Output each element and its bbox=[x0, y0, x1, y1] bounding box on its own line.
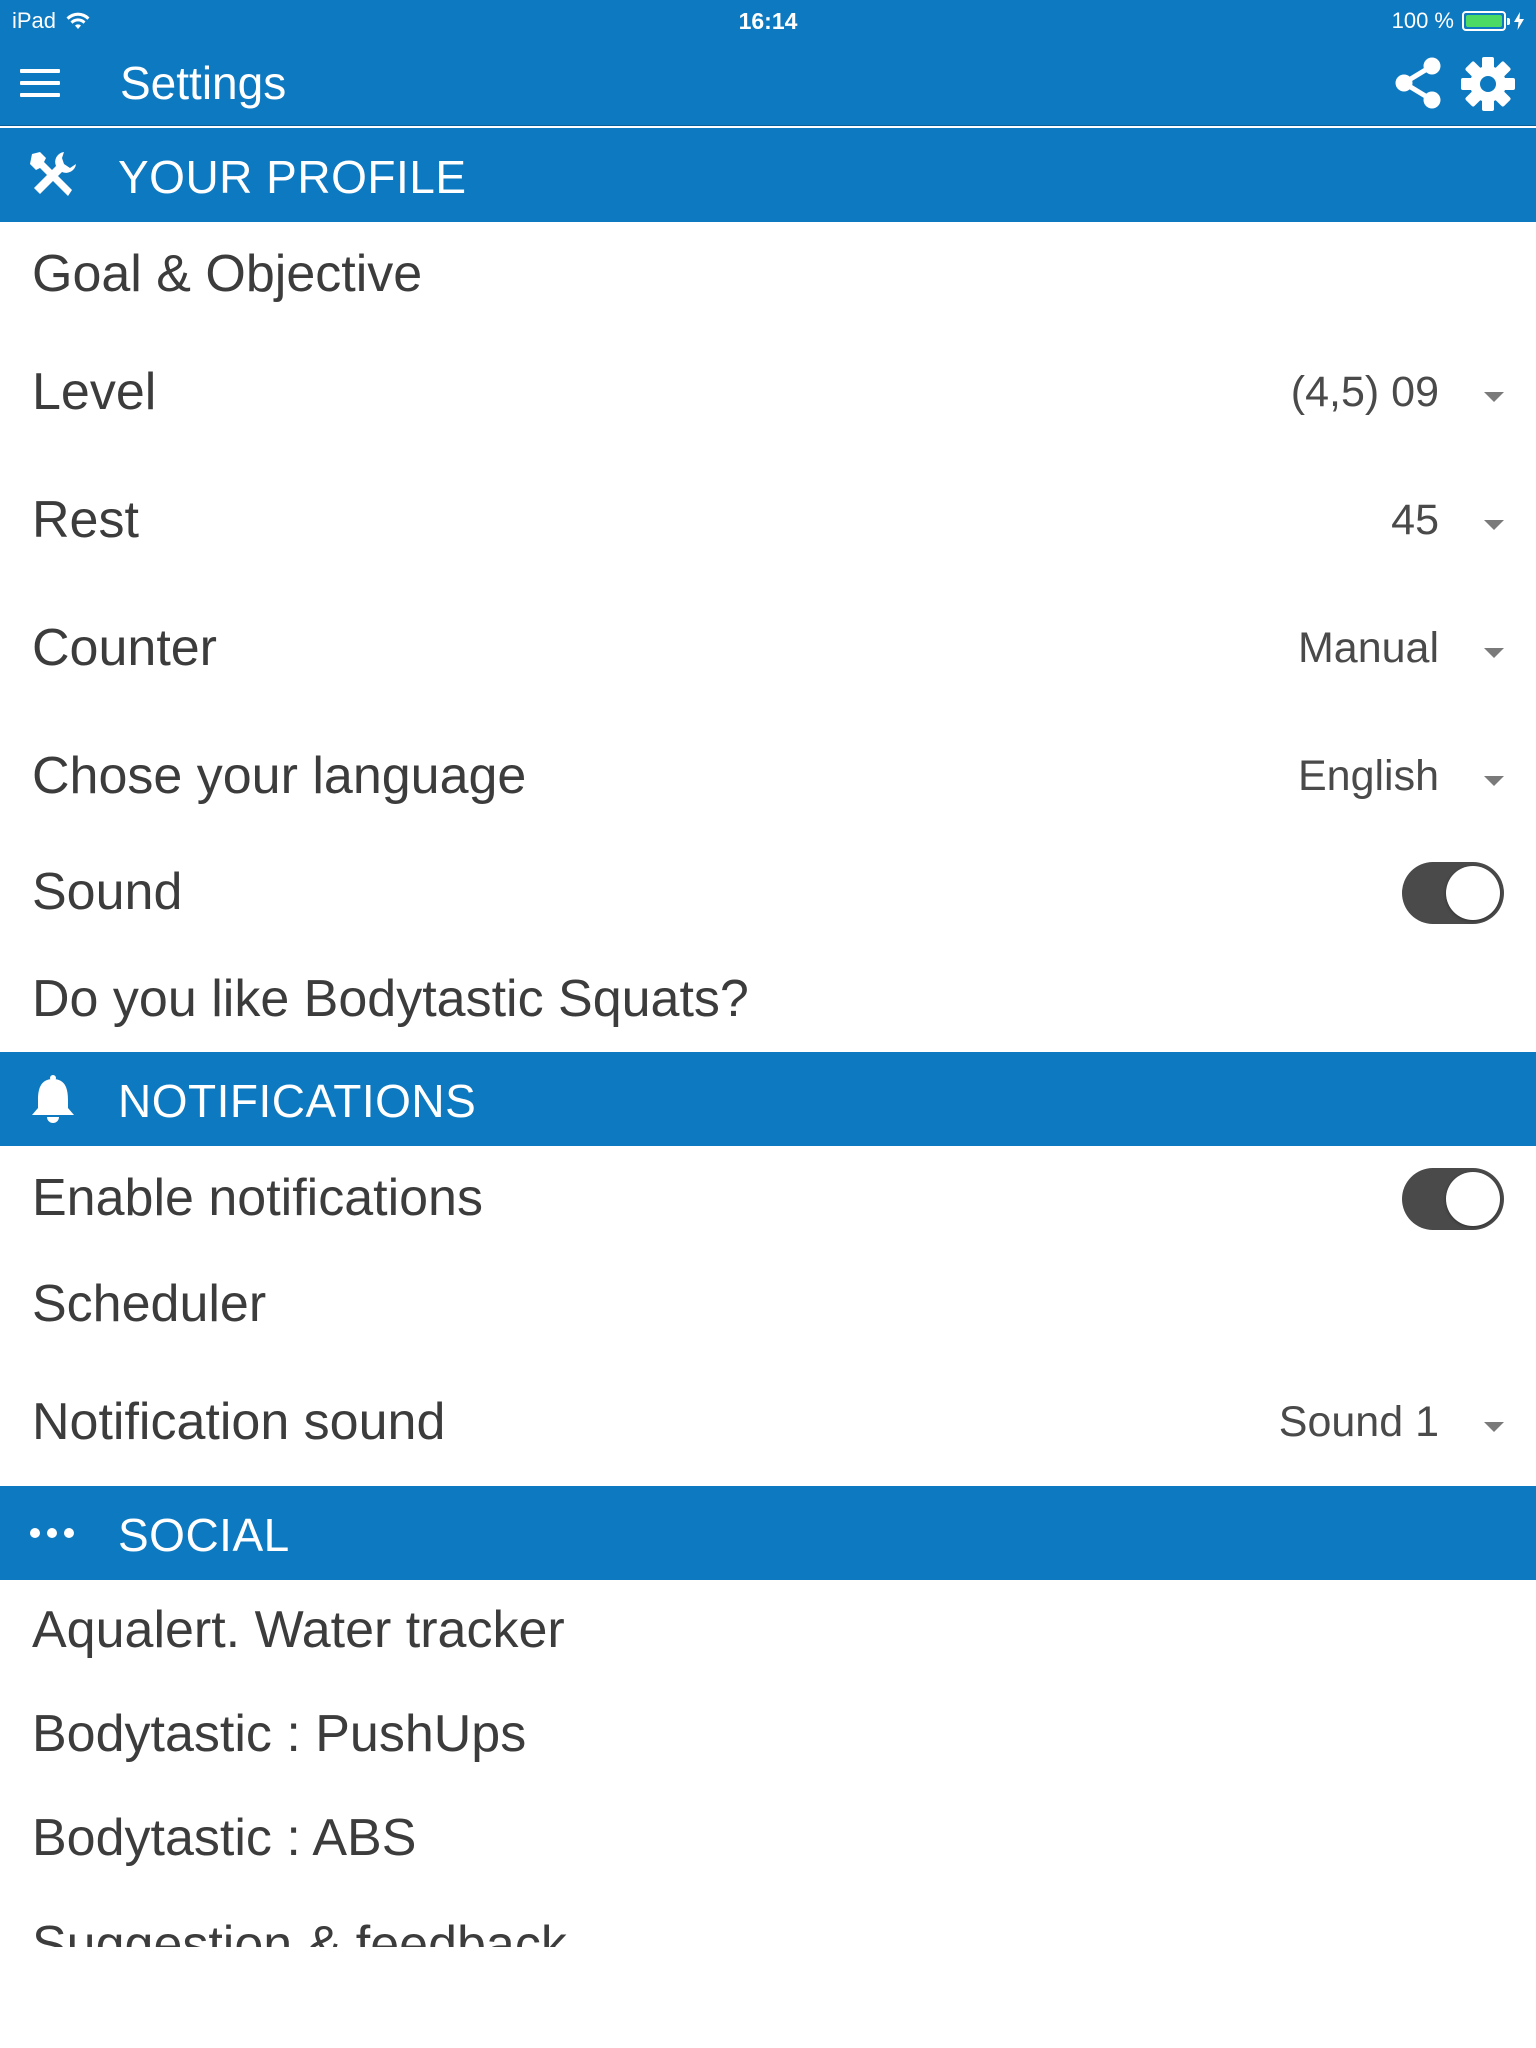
level-row[interactable]: Level (4,5) 09 bbox=[0, 348, 1536, 438]
social-item-aqualert[interactable]: Aqualert. Water tracker bbox=[0, 1586, 1536, 1676]
section-header-profile: YOUR PROFILE bbox=[0, 128, 1536, 222]
language-row[interactable]: Chose your language English bbox=[0, 732, 1536, 822]
gear-icon[interactable] bbox=[1460, 56, 1516, 112]
bell-icon bbox=[32, 1075, 74, 1123]
language-value: English bbox=[1297, 752, 1439, 800]
sound-label: Sound bbox=[32, 863, 183, 921]
social-item-abs[interactable]: Bodytastic : ABS bbox=[0, 1794, 1536, 1884]
section-title-social: SOCIAL bbox=[118, 1509, 290, 1561]
settings-screen: iPad 16:14 100 % Settings YOUR PROFILE G… bbox=[0, 0, 1536, 2048]
chevron-down-icon bbox=[1484, 776, 1504, 786]
rate-app-row[interactable]: Do you like Bodytastic Squats? bbox=[0, 955, 1536, 1045]
page-title: Settings bbox=[120, 57, 287, 109]
chevron-down-icon bbox=[1484, 392, 1504, 402]
menu-icon[interactable] bbox=[20, 69, 60, 97]
language-label: Chose your language bbox=[32, 747, 527, 805]
scheduler-label: Scheduler bbox=[32, 1275, 267, 1333]
counter-value: Manual bbox=[1297, 624, 1439, 672]
sound-row: Sound bbox=[0, 848, 1536, 938]
rest-row[interactable]: Rest 45 bbox=[0, 476, 1536, 566]
enable-notifications-row: Enable notifications bbox=[0, 1154, 1536, 1244]
notification-sound-value: Sound 1 bbox=[1278, 1398, 1439, 1446]
social-item-pushups[interactable]: Bodytastic : PushUps bbox=[0, 1690, 1536, 1780]
section-header-notifications: NOTIFICATIONS bbox=[0, 1052, 1536, 1146]
social-item-label: Aqualert. Water tracker bbox=[32, 1601, 565, 1659]
notification-sound-label: Notification sound bbox=[32, 1393, 446, 1451]
toggle-knob bbox=[1446, 1172, 1500, 1226]
status-time: 16:14 bbox=[738, 8, 798, 34]
toggle-knob bbox=[1446, 866, 1500, 920]
social-item-label: Bodytastic : PushUps bbox=[32, 1705, 527, 1763]
app-bar: Settings bbox=[0, 40, 1536, 126]
rest-value: 45 bbox=[1391, 496, 1439, 544]
status-right: 100 % bbox=[1392, 8, 1524, 34]
enable-notifications-label: Enable notifications bbox=[32, 1169, 483, 1227]
rest-label: Rest bbox=[32, 491, 139, 549]
social-item-label: Bodytastic : ABS bbox=[32, 1809, 417, 1867]
counter-row[interactable]: Counter Manual bbox=[0, 604, 1536, 694]
share-icon[interactable] bbox=[1392, 56, 1444, 110]
section-title-profile: YOUR PROFILE bbox=[118, 151, 467, 203]
more-dots-icon bbox=[30, 1528, 74, 1538]
counter-label: Counter bbox=[32, 619, 217, 677]
notification-sound-row[interactable]: Notification sound Sound 1 bbox=[0, 1378, 1536, 1468]
goal-objective-row[interactable]: Goal & Objective bbox=[0, 230, 1536, 320]
goal-objective-label: Goal & Objective bbox=[32, 245, 423, 303]
section-title-notifications: NOTIFICATIONS bbox=[118, 1075, 477, 1127]
social-item-label: Suggestion & feedback bbox=[32, 1916, 567, 1947]
battery-icon bbox=[1462, 11, 1510, 31]
rate-app-label: Do you like Bodytastic Squats? bbox=[32, 970, 749, 1028]
chevron-down-icon bbox=[1484, 648, 1504, 658]
status-bar: iPad 16:14 100 % bbox=[0, 0, 1536, 40]
chevron-down-icon bbox=[1484, 520, 1504, 530]
chevron-down-icon bbox=[1484, 1422, 1504, 1432]
enable-notifications-toggle[interactable] bbox=[1402, 1168, 1504, 1230]
battery-fill bbox=[1466, 15, 1502, 27]
tools-icon bbox=[30, 152, 76, 196]
scheduler-row[interactable]: Scheduler bbox=[0, 1260, 1536, 1350]
charging-icon bbox=[1514, 12, 1524, 30]
level-label: Level bbox=[32, 363, 157, 421]
battery-percent: 100 % bbox=[1391, 8, 1454, 33]
sound-toggle[interactable] bbox=[1402, 862, 1504, 924]
level-value: (4,5) 09 bbox=[1290, 368, 1439, 416]
social-item-feedback[interactable]: Suggestion & feedback bbox=[0, 1905, 1536, 1947]
section-header-social: SOCIAL bbox=[0, 1486, 1536, 1580]
